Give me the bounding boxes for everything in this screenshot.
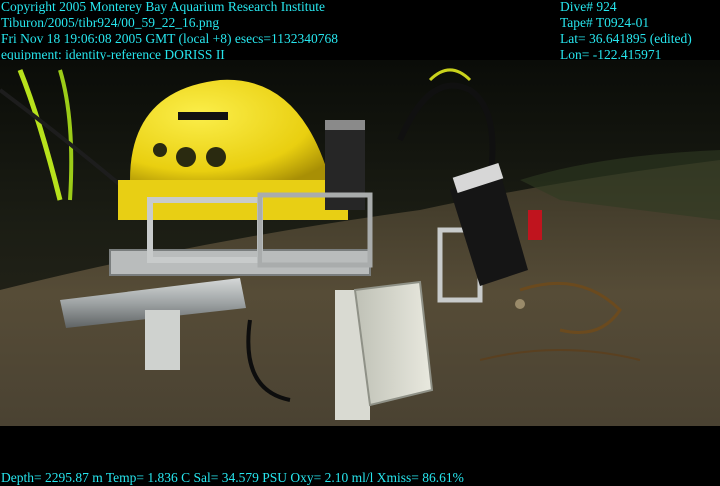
telemetry-footer: Depth= 2295.87 m Temp= 1.836 C Sal= 34.5…: [1, 470, 464, 485]
dome-label-plate: [178, 112, 228, 120]
seafloor-scene: [0, 60, 720, 426]
canister-cap: [325, 120, 365, 130]
sea-creature: [515, 299, 525, 309]
dive-number: Dive# 924: [560, 0, 617, 14]
dome-port-left: [176, 147, 196, 167]
video-frame: Copyright 2005 Monterey Bay Aquarium Res…: [0, 0, 720, 486]
tape-number: Tape# T0924-01: [560, 15, 650, 30]
image-path-line: Tiburon/2005/tibr924/00_59_22_16.png: [1, 15, 220, 30]
left-leg: [145, 310, 180, 370]
dome-port-right: [206, 147, 226, 167]
copyright-line: Copyright 2005 Monterey Bay Aquarium Res…: [1, 0, 325, 14]
red-connector: [528, 210, 542, 240]
timestamp-line: Fri Nov 18 19:06:08 2005 GMT (local +8) …: [1, 31, 338, 46]
header-info-right: Dive# 924 Tape# T0924-01 Lat= 36.641895 …: [560, 0, 692, 63]
dome-port-small: [153, 143, 167, 157]
header-info-left: Copyright 2005 Monterey Bay Aquarium Res…: [1, 0, 338, 63]
latitude: Lat= 36.641895 (edited): [560, 31, 692, 46]
